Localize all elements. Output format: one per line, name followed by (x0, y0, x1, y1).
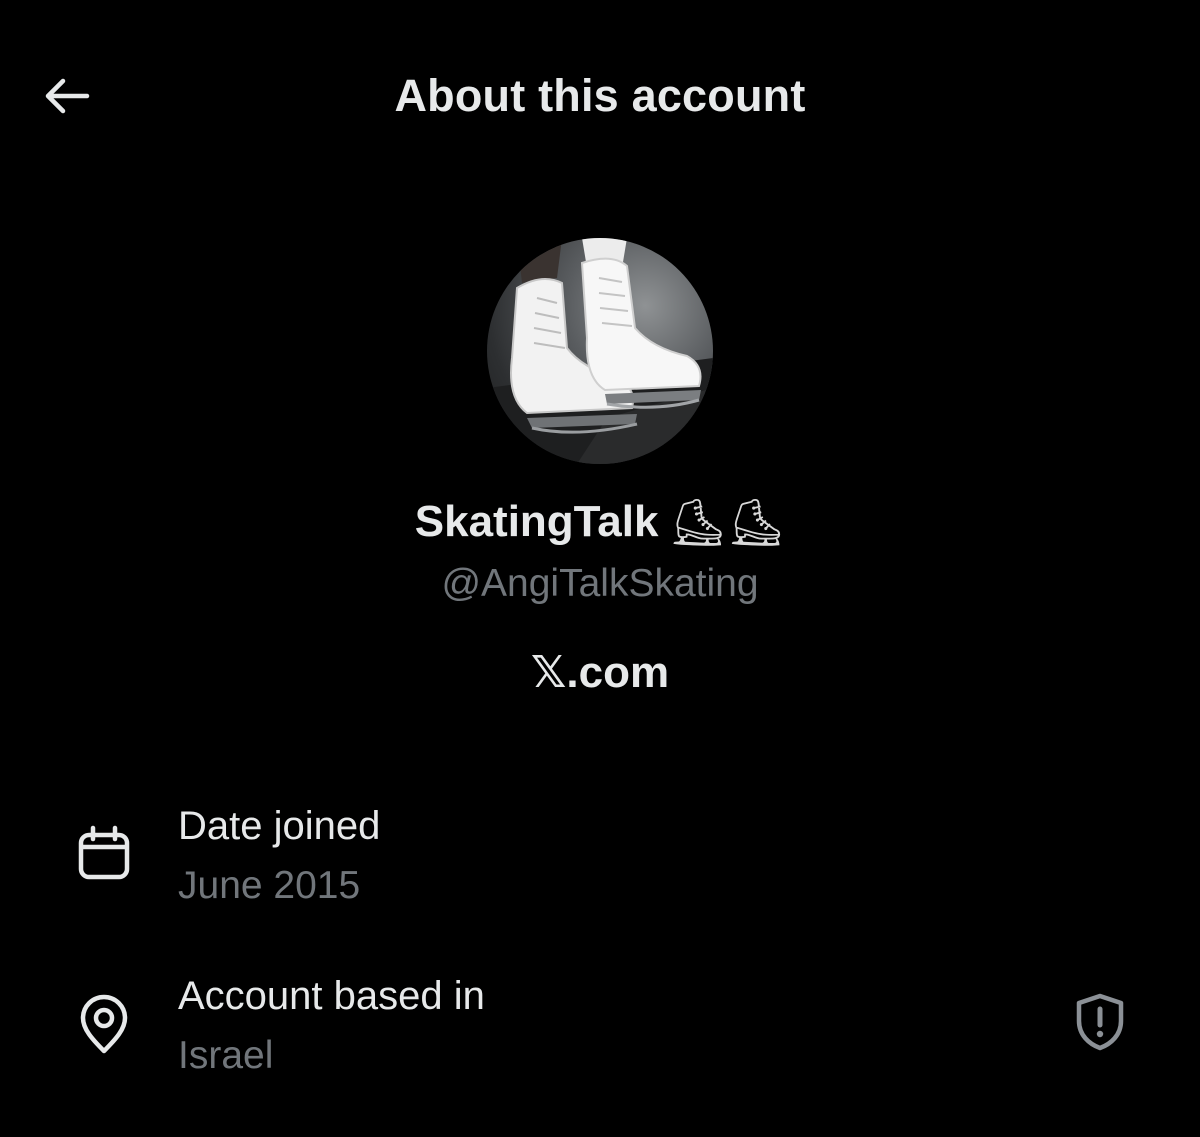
header: About this account (0, 0, 1200, 190)
page-title: About this account (394, 70, 806, 121)
skate-emoji: ⛸⛸ (668, 495, 786, 549)
username-handle: @AngiTalkSkating (441, 562, 759, 605)
calendar-icon (72, 822, 136, 886)
account-based-in-label: Account based in (178, 974, 485, 1018)
shield-alert-button[interactable] (1070, 992, 1130, 1052)
date-joined-value: June 2015 (178, 864, 361, 907)
ice-skates-avatar (487, 238, 713, 464)
location-pin-icon (72, 992, 136, 1056)
source-label: 𝕏.com (530, 648, 670, 697)
shield-alert-icon (1076, 993, 1124, 1051)
display-name: SkatingTalk (414, 497, 659, 546)
date-joined-label: Date joined (178, 804, 381, 848)
account-location-row: Account based in Israel (0, 970, 1200, 1100)
display-name-row: SkatingTalk ⛸⛸ (0, 492, 1200, 552)
avatar[interactable] (487, 238, 713, 464)
account-based-in-value: Israel (178, 1034, 274, 1077)
date-joined-row: Date joined June 2015 (0, 800, 1200, 930)
